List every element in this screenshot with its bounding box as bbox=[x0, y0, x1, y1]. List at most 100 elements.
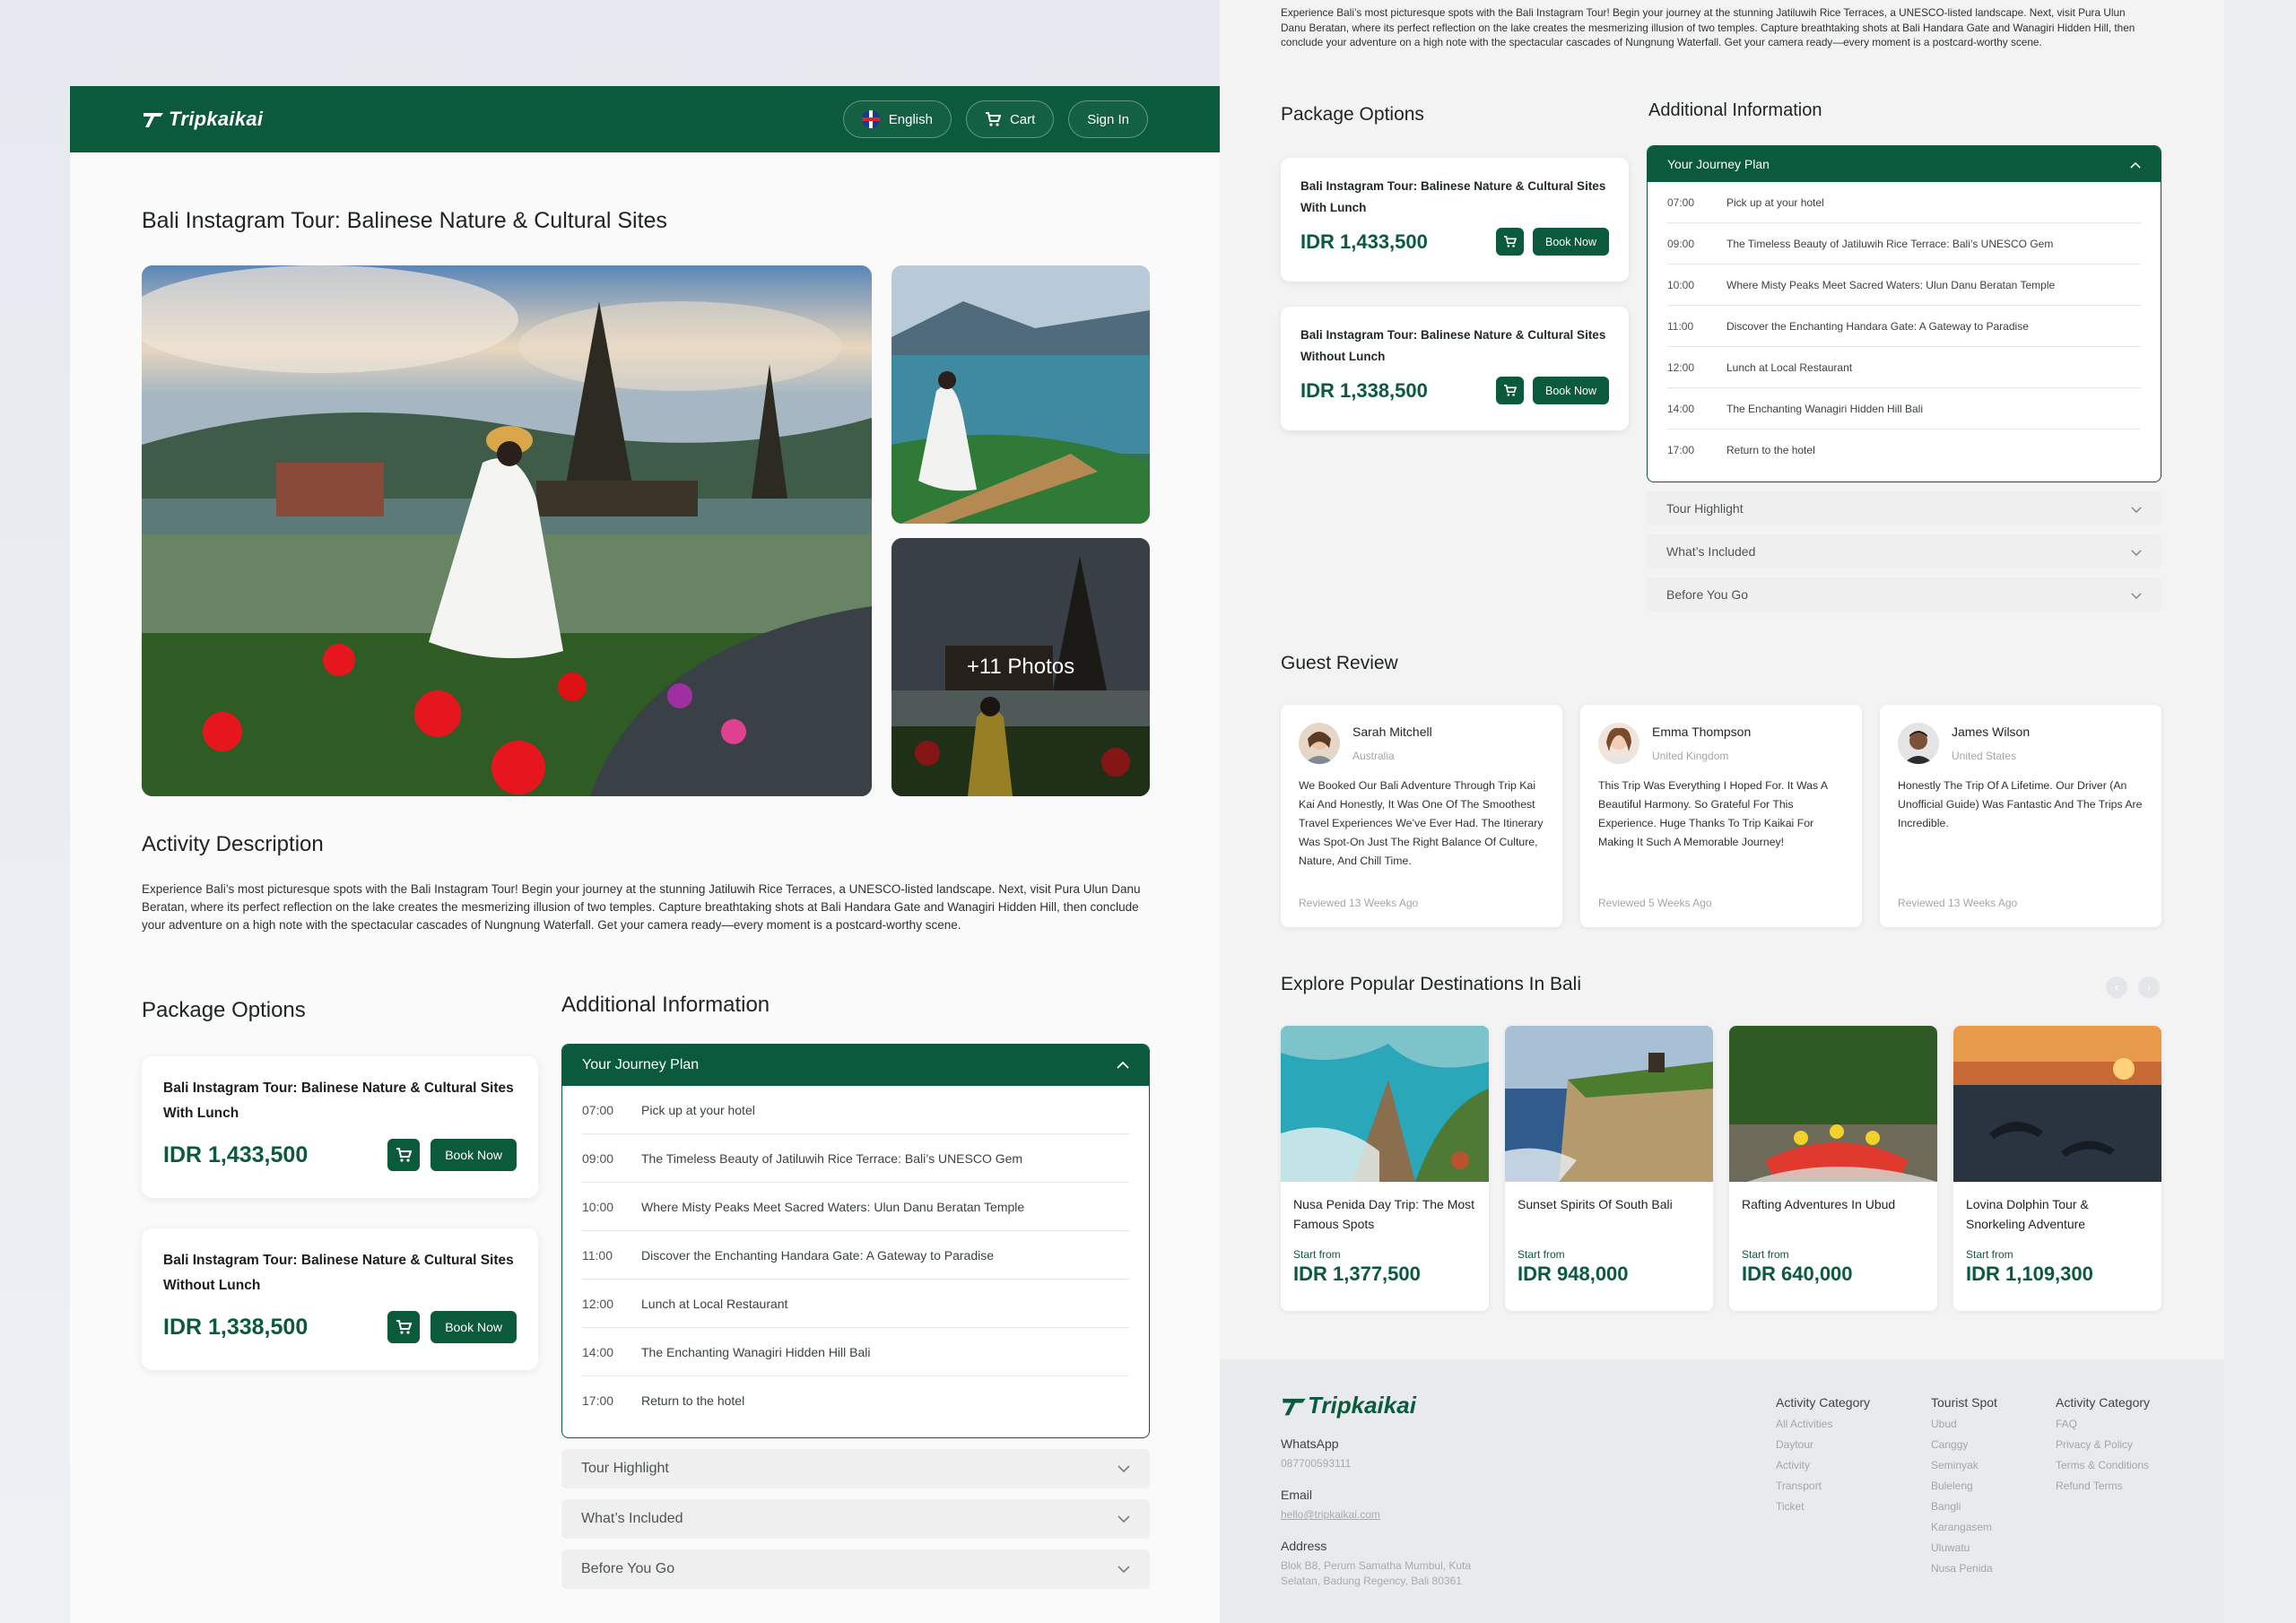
footer-link[interactable]: Ubud bbox=[1931, 1418, 1997, 1430]
reviewer-country: United Kingdom bbox=[1652, 750, 1729, 762]
reviewer-name: Emma Thompson bbox=[1652, 725, 1752, 739]
brand-logo[interactable]: Tripkaikai bbox=[142, 108, 263, 131]
review-date: Reviewed 13 Weeks Ago bbox=[1898, 897, 2018, 909]
journey-plan-title: Your Journey Plan bbox=[582, 1057, 700, 1072]
footer-link[interactable]: Karangasem bbox=[1931, 1521, 1997, 1533]
journey-activity: The Enchanting Wanagiri Hidden Hill Bali bbox=[1726, 402, 1923, 415]
cart-button[interactable]: Cart bbox=[965, 100, 1055, 138]
footer-link[interactable]: Seminyak bbox=[1931, 1459, 1997, 1471]
chevron-down-icon bbox=[1118, 1511, 1130, 1527]
signin-button[interactable]: Sign In bbox=[1068, 100, 1148, 138]
destination-name: Lovina Dolphin Tour & Snorkeling Adventu… bbox=[1966, 1197, 2089, 1231]
carousel-next-button[interactable]: › bbox=[2138, 976, 2160, 998]
journey-plan-accordion: Your Journey Plan 07:00 Pick up at your h… bbox=[561, 1044, 1150, 1438]
footer-link[interactable]: Bangli bbox=[1931, 1500, 1997, 1513]
footer-link[interactable]: Canggy bbox=[1931, 1438, 1997, 1451]
avatar bbox=[1898, 723, 1939, 764]
journey-plan-accordion: Your Journey Plan 07:00 Pick up at your h… bbox=[1647, 145, 2161, 482]
avatar bbox=[1598, 723, 1639, 764]
language-button[interactable]: English bbox=[842, 100, 952, 138]
package-name: Bali Instagram Tour: Balinese Nature & C… bbox=[1300, 179, 1606, 214]
package-price: IDR 1,433,500 bbox=[163, 1141, 309, 1167]
language-label: English bbox=[888, 111, 933, 127]
add-to-cart-button[interactable] bbox=[1496, 377, 1525, 404]
review-text: This Trip Was Everything I Hoped For. It… bbox=[1598, 779, 1828, 848]
tour-highlight-accordion[interactable]: Tour Highlight bbox=[561, 1449, 1150, 1488]
destination-card[interactable]: Nusa Penida Day Trip: The Most Famous Sp… bbox=[1281, 1026, 1489, 1311]
gallery-main-photo[interactable] bbox=[142, 265, 872, 796]
email-link[interactable]: hello@tripkaikai.com bbox=[1281, 1507, 1496, 1523]
book-now-button[interactable]: Book Now bbox=[1533, 228, 1609, 256]
whatsapp-number[interactable]: 087700593111 bbox=[1281, 1456, 1496, 1471]
review-date: Reviewed 13 Weeks Ago bbox=[1299, 897, 1419, 909]
review-card: Sarah Mitchell Australia We Booked Our Ba… bbox=[1281, 705, 1562, 927]
footer-link[interactable]: FAQ bbox=[2056, 1418, 2150, 1430]
whats-included-accordion[interactable]: What’s Included bbox=[561, 1499, 1150, 1539]
accordion-label: What’s Included bbox=[581, 1511, 683, 1526]
footer-link[interactable]: Uluwatu bbox=[1931, 1541, 1997, 1554]
review-date: Reviewed 5 Weeks Ago bbox=[1598, 897, 1712, 909]
top-navbar: Tripkaikai English Cart Sign In bbox=[70, 86, 1220, 152]
footer-col-tourist-spot: Tourist Spot Ubud Canggy Seminyak Buleleng Ba… bbox=[1931, 1395, 1997, 1575]
journey-time: 09:00 bbox=[582, 1150, 614, 1166]
footer-link[interactable]: Nusa Penida bbox=[1931, 1562, 1997, 1575]
footer-link[interactable]: Terms & Conditions bbox=[2056, 1459, 2150, 1471]
brand-name: Tripkaikai bbox=[169, 108, 264, 130]
add-to-cart-button[interactable] bbox=[1496, 228, 1525, 256]
cart-icon bbox=[1504, 385, 1518, 396]
page-title: Bali Instagram Tour: Balinese Nature & C… bbox=[142, 208, 667, 233]
journey-time: 10:00 bbox=[582, 1199, 614, 1214]
footer-link[interactable]: Transport bbox=[1776, 1480, 1870, 1492]
journey-time: 11:00 bbox=[582, 1247, 613, 1263]
additional-info-heading: Additional Information bbox=[561, 993, 770, 1017]
cart-icon bbox=[985, 112, 1001, 126]
package-card: Bali Instagram Tour: Balinese Nature & C… bbox=[142, 1056, 538, 1198]
journey-time: 14:00 bbox=[582, 1344, 614, 1359]
tour-highlight-accordion[interactable]: Tour Highlight bbox=[1647, 491, 2161, 525]
journey-step: 14:00 The Enchanting Wanagiri Hidden Hill… bbox=[1667, 388, 2141, 430]
temple-lake-photo bbox=[142, 265, 872, 796]
before-you-go-accordion[interactable]: Before You Go bbox=[1647, 577, 2161, 612]
gallery-thumb-more[interactable]: +11 Photos bbox=[891, 538, 1150, 796]
destination-price: IDR 640,000 bbox=[1742, 1263, 1853, 1285]
whats-included-accordion[interactable]: What’s Included bbox=[1647, 534, 2161, 568]
book-now-button[interactable]: Book Now bbox=[430, 1311, 517, 1343]
destination-photo bbox=[1729, 1026, 1937, 1182]
footer-link[interactable]: Refund Terms bbox=[2056, 1480, 2150, 1492]
before-you-go-accordion[interactable]: Before You Go bbox=[561, 1549, 1150, 1589]
book-now-button[interactable]: Book Now bbox=[1533, 377, 1609, 404]
footer-logo[interactable]: Tripkaikai bbox=[1281, 1392, 1416, 1419]
review-card: Emma Thompson United Kingdom This Trip Wa… bbox=[1580, 705, 1862, 927]
journey-activity: The Timeless Beauty of Jatiluwih Rice Te… bbox=[1726, 237, 2054, 250]
lake-view-photo bbox=[891, 265, 1150, 524]
add-to-cart-button[interactable] bbox=[387, 1311, 421, 1343]
footer-link[interactable]: Buleleng bbox=[1931, 1480, 1997, 1492]
footer-link[interactable]: Privacy & Policy bbox=[2056, 1438, 2150, 1451]
destination-card[interactable]: Lovina Dolphin Tour & Snorkeling Adventu… bbox=[1953, 1026, 2161, 1311]
destination-card[interactable]: Rafting Adventures In Ubud Start from ID… bbox=[1729, 1026, 1937, 1311]
package-card: Bali Instagram Tour: Balinese Nature & C… bbox=[142, 1228, 538, 1370]
carousel-prev-button[interactable]: ‹ bbox=[2106, 976, 2127, 998]
accordion-label: Before You Go bbox=[581, 1561, 675, 1576]
journey-time: 14:00 bbox=[1667, 402, 1695, 415]
journey-plan-header[interactable]: Your Journey Plan bbox=[1648, 146, 2161, 182]
footer-link[interactable]: Ticket bbox=[1776, 1500, 1870, 1513]
add-to-cart-button[interactable] bbox=[387, 1139, 421, 1171]
journey-activity: Pick up at your hotel bbox=[1726, 195, 1824, 209]
journey-plan-header[interactable]: Your Journey Plan bbox=[562, 1045, 1149, 1086]
gallery-thumb-1[interactable] bbox=[891, 265, 1150, 524]
cart-icon bbox=[1504, 236, 1518, 247]
more-photos-label: +11 Photos bbox=[966, 655, 1075, 679]
journey-activity: The Timeless Beauty of Jatiluwih Rice Te… bbox=[641, 1150, 1023, 1166]
footer-link[interactable]: Activity bbox=[1776, 1459, 1870, 1471]
footer-link[interactable]: Daytour bbox=[1776, 1438, 1870, 1451]
more-photos-overlay[interactable]: +11 Photos bbox=[891, 538, 1150, 796]
package-heading-right: Package Options bbox=[1281, 104, 1424, 125]
package-price: IDR 1,338,500 bbox=[1300, 378, 1428, 402]
journey-activity: Pick up at your hotel bbox=[641, 1102, 755, 1117]
destination-card[interactable]: Sunset Spirits Of South Bali Start from … bbox=[1505, 1026, 1713, 1311]
book-now-button[interactable]: Book Now bbox=[430, 1139, 517, 1171]
journey-time: 12:00 bbox=[582, 1296, 614, 1311]
journey-activity: Return to the hotel bbox=[641, 1393, 745, 1408]
footer-link[interactable]: All Activities bbox=[1776, 1418, 1870, 1430]
